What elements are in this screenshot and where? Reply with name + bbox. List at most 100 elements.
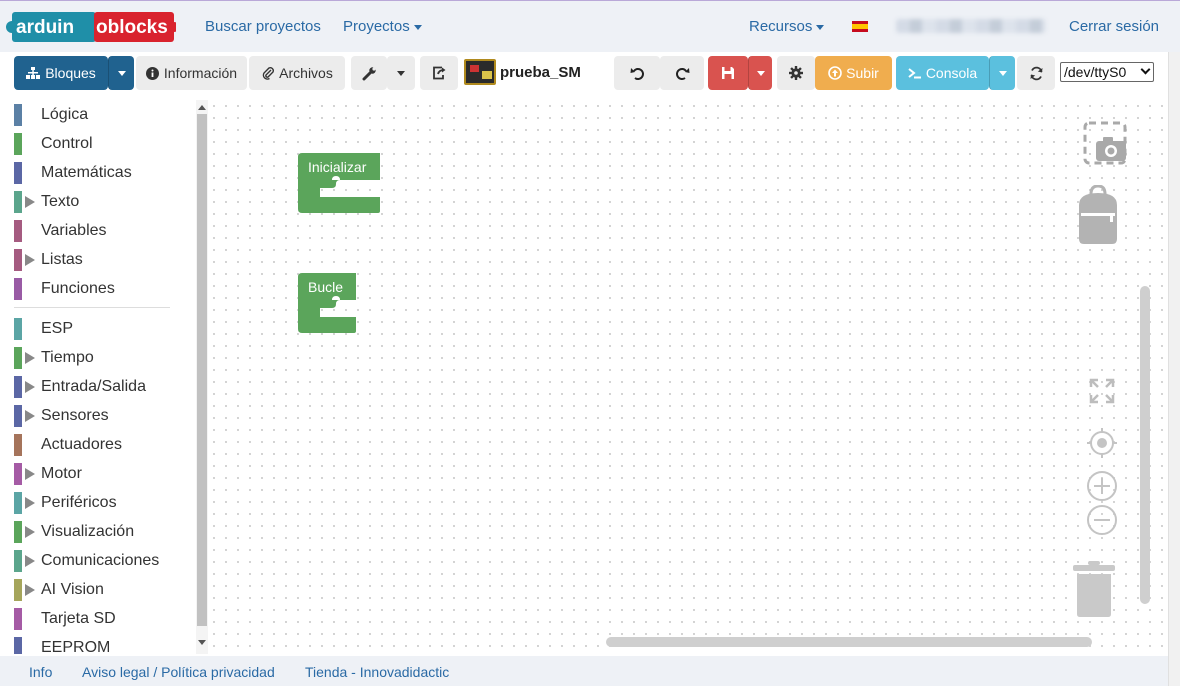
scroll-up-arrow-icon[interactable] (198, 105, 206, 110)
category-item[interactable]: EEPROM (14, 637, 194, 654)
tools-button[interactable] (351, 56, 387, 90)
blocks-button[interactable]: Bloques (14, 56, 108, 90)
zoom-out-icon[interactable] (1086, 504, 1118, 536)
upload-circle-icon (828, 66, 842, 80)
files-button[interactable]: Archivos (249, 56, 345, 90)
category-label: Sensores (41, 407, 109, 424)
expand-triangle-icon[interactable] (25, 497, 35, 509)
loop-block[interactable]: Bucle (298, 273, 358, 334)
arduinoblocks-logo[interactable]: arduin oblocks (6, 10, 176, 44)
zoom-in-icon[interactable] (1086, 470, 1118, 502)
serial-port-select[interactable]: /dev/ttyS0 (1060, 62, 1154, 82)
footer-info-link[interactable]: Info (29, 664, 52, 680)
projects-menu[interactable]: Proyectos (343, 18, 422, 35)
serial-port-value: /dev/ttyS0 (1064, 64, 1127, 80)
tools-dropdown-toggle[interactable] (387, 56, 415, 90)
files-button-label: Archivos (279, 65, 333, 81)
category-item[interactable]: Variables (14, 220, 194, 242)
setup-block[interactable]: Inicializar (298, 153, 382, 214)
category-label: Comunicaciones (41, 552, 160, 569)
undo-icon (630, 68, 644, 80)
category-item[interactable]: Comunicaciones (14, 550, 194, 572)
fullscreen-expand-icon[interactable] (1089, 378, 1115, 404)
expand-triangle-icon[interactable] (25, 468, 35, 480)
save-dropdown-toggle[interactable] (748, 56, 772, 90)
page-scrollbar[interactable] (1168, 52, 1180, 686)
expand-triangle-icon[interactable] (25, 352, 35, 364)
footer-legal-link[interactable]: Aviso legal / Política privacidad (82, 664, 275, 680)
category-color-bar (14, 405, 22, 427)
category-item[interactable]: Listas (14, 249, 194, 271)
category-color-bar (14, 220, 22, 242)
expand-triangle-icon[interactable] (25, 196, 35, 208)
chevron-down-icon (756, 70, 765, 76)
screenshot-camera-icon[interactable] (1083, 121, 1127, 165)
category-label: Tarjeta SD (41, 610, 116, 627)
category-item[interactable]: Tarjeta SD (14, 608, 194, 630)
expand-triangle-icon[interactable] (25, 254, 35, 266)
expand-triangle-icon[interactable] (25, 555, 35, 567)
info-button[interactable]: Información (136, 56, 247, 90)
refresh-ports-button[interactable] (1017, 56, 1055, 90)
center-workspace-icon[interactable] (1086, 427, 1118, 459)
category-label: Lógica (41, 106, 89, 123)
footer-shop-link[interactable]: Tienda - Innovadidactic (305, 664, 449, 680)
category-color-bar (14, 434, 22, 456)
chevron-down-icon (413, 24, 422, 30)
category-item[interactable]: Lógica (14, 104, 194, 126)
category-label: Listas (41, 251, 83, 268)
share-button[interactable] (420, 56, 458, 90)
category-item[interactable]: Control (14, 133, 194, 155)
category-item[interactable]: Periféricos (14, 492, 194, 514)
resources-menu[interactable]: Recursos (749, 18, 825, 35)
undo-button[interactable] (614, 56, 660, 90)
spanish-flag-icon[interactable] (852, 21, 868, 32)
category-item[interactable]: Funciones (14, 278, 194, 300)
expand-triangle-icon[interactable] (25, 410, 35, 422)
user-name-blurred[interactable] (896, 19, 1046, 33)
category-item[interactable]: Entrada/Salida (14, 376, 194, 398)
console-dropdown-toggle[interactable] (989, 56, 1015, 90)
trash-icon[interactable] (1072, 560, 1116, 618)
scroll-down-arrow-icon[interactable] (198, 640, 206, 645)
blocks-dropdown-toggle[interactable] (108, 56, 134, 90)
category-separator (14, 307, 170, 308)
category-item[interactable]: Tiempo (14, 347, 194, 369)
workspace-vertical-scrollbar[interactable] (1140, 286, 1150, 604)
toolbox-scrollbar-thumb[interactable] (197, 114, 207, 626)
settings-button[interactable] (777, 56, 815, 90)
category-label: EEPROM (41, 639, 111, 654)
share-square-icon (432, 66, 445, 80)
upload-button[interactable]: Subir (815, 56, 892, 90)
category-label: Visualización (41, 523, 135, 540)
refresh-icon (1030, 66, 1042, 80)
category-item[interactable]: Matemáticas (14, 162, 194, 184)
logout-link[interactable]: Cerrar sesión (1069, 18, 1159, 35)
category-item[interactable]: Motor (14, 463, 194, 485)
category-label: Periféricos (41, 494, 117, 511)
category-color-bar (14, 162, 22, 184)
redo-button[interactable] (660, 56, 704, 90)
search-projects-link[interactable]: Buscar proyectos (205, 18, 321, 35)
category-label: Matemáticas (41, 164, 132, 181)
category-label: Funciones (41, 280, 115, 297)
expand-triangle-icon[interactable] (25, 381, 35, 393)
save-button[interactable] (708, 56, 748, 90)
category-item[interactable]: Sensores (14, 405, 194, 427)
info-button-label: Información (163, 65, 238, 81)
backpack-icon[interactable] (1077, 185, 1119, 245)
category-item[interactable]: ESP (14, 318, 194, 340)
expand-triangle-icon[interactable] (25, 584, 35, 596)
chevron-down-icon (816, 24, 825, 30)
category-label: Actuadores (41, 436, 122, 453)
category-item[interactable]: Visualización (14, 521, 194, 543)
category-label: ESP (41, 320, 74, 337)
category-color-bar (14, 376, 22, 398)
workspace-horizontal-scrollbar[interactable] (606, 637, 1092, 647)
category-item[interactable]: Texto (14, 191, 194, 213)
expand-triangle-icon[interactable] (25, 526, 35, 538)
resources-menu-label: Recursos (749, 18, 813, 35)
console-button[interactable]: Consola (896, 56, 989, 90)
category-item[interactable]: Actuadores (14, 434, 194, 456)
category-item[interactable]: AI Vision (14, 579, 194, 601)
